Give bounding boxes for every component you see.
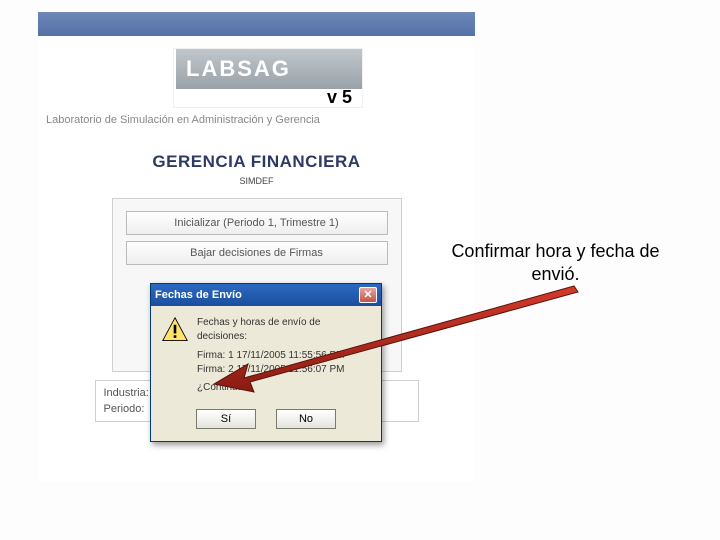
no-button[interactable]: No	[276, 409, 336, 429]
warning-icon	[161, 316, 189, 344]
brand-version: v 5	[327, 87, 362, 108]
confirm-dialog: Fechas de Envío ✕ Fechas y horas de enví…	[150, 283, 382, 442]
dialog-title-text: Fechas de Envío	[155, 284, 242, 306]
dialog-titlebar[interactable]: Fechas de Envío ✕	[151, 284, 381, 306]
dialog-line2: Firma: 2 17/11/2005 11:56:07 PM	[197, 363, 371, 377]
bajar-button[interactable]: Bajar decisiones de Firmas	[126, 241, 388, 265]
annotation-callout: Confirmar hora y fecha de envió.	[428, 240, 683, 287]
init-button[interactable]: Inicializar (Periodo 1, Trimestre 1)	[126, 211, 388, 235]
window-topbar	[38, 12, 475, 36]
module-code: SIMDEF	[38, 172, 475, 198]
brand-logo: LABSAG v 5	[173, 48, 363, 108]
dialog-continue: ¿Continuar?	[161, 376, 371, 397]
brand-subtitle: Laboratorio de Simulación en Administrac…	[46, 114, 320, 126]
yes-button[interactable]: Sí	[196, 409, 256, 429]
header: LABSAG v 5 Laboratorio de Simulación en …	[38, 36, 475, 146]
dialog-header: Fechas y horas de envío de decisiones:	[197, 316, 371, 343]
page-title: GERENCIA FINANCIERA	[38, 146, 475, 172]
close-icon[interactable]: ✕	[359, 287, 377, 303]
brand-name: LABSAG	[176, 49, 362, 89]
dialog-line1: Firma: 1 17/11/2005 11:55:56 PM	[197, 349, 371, 363]
